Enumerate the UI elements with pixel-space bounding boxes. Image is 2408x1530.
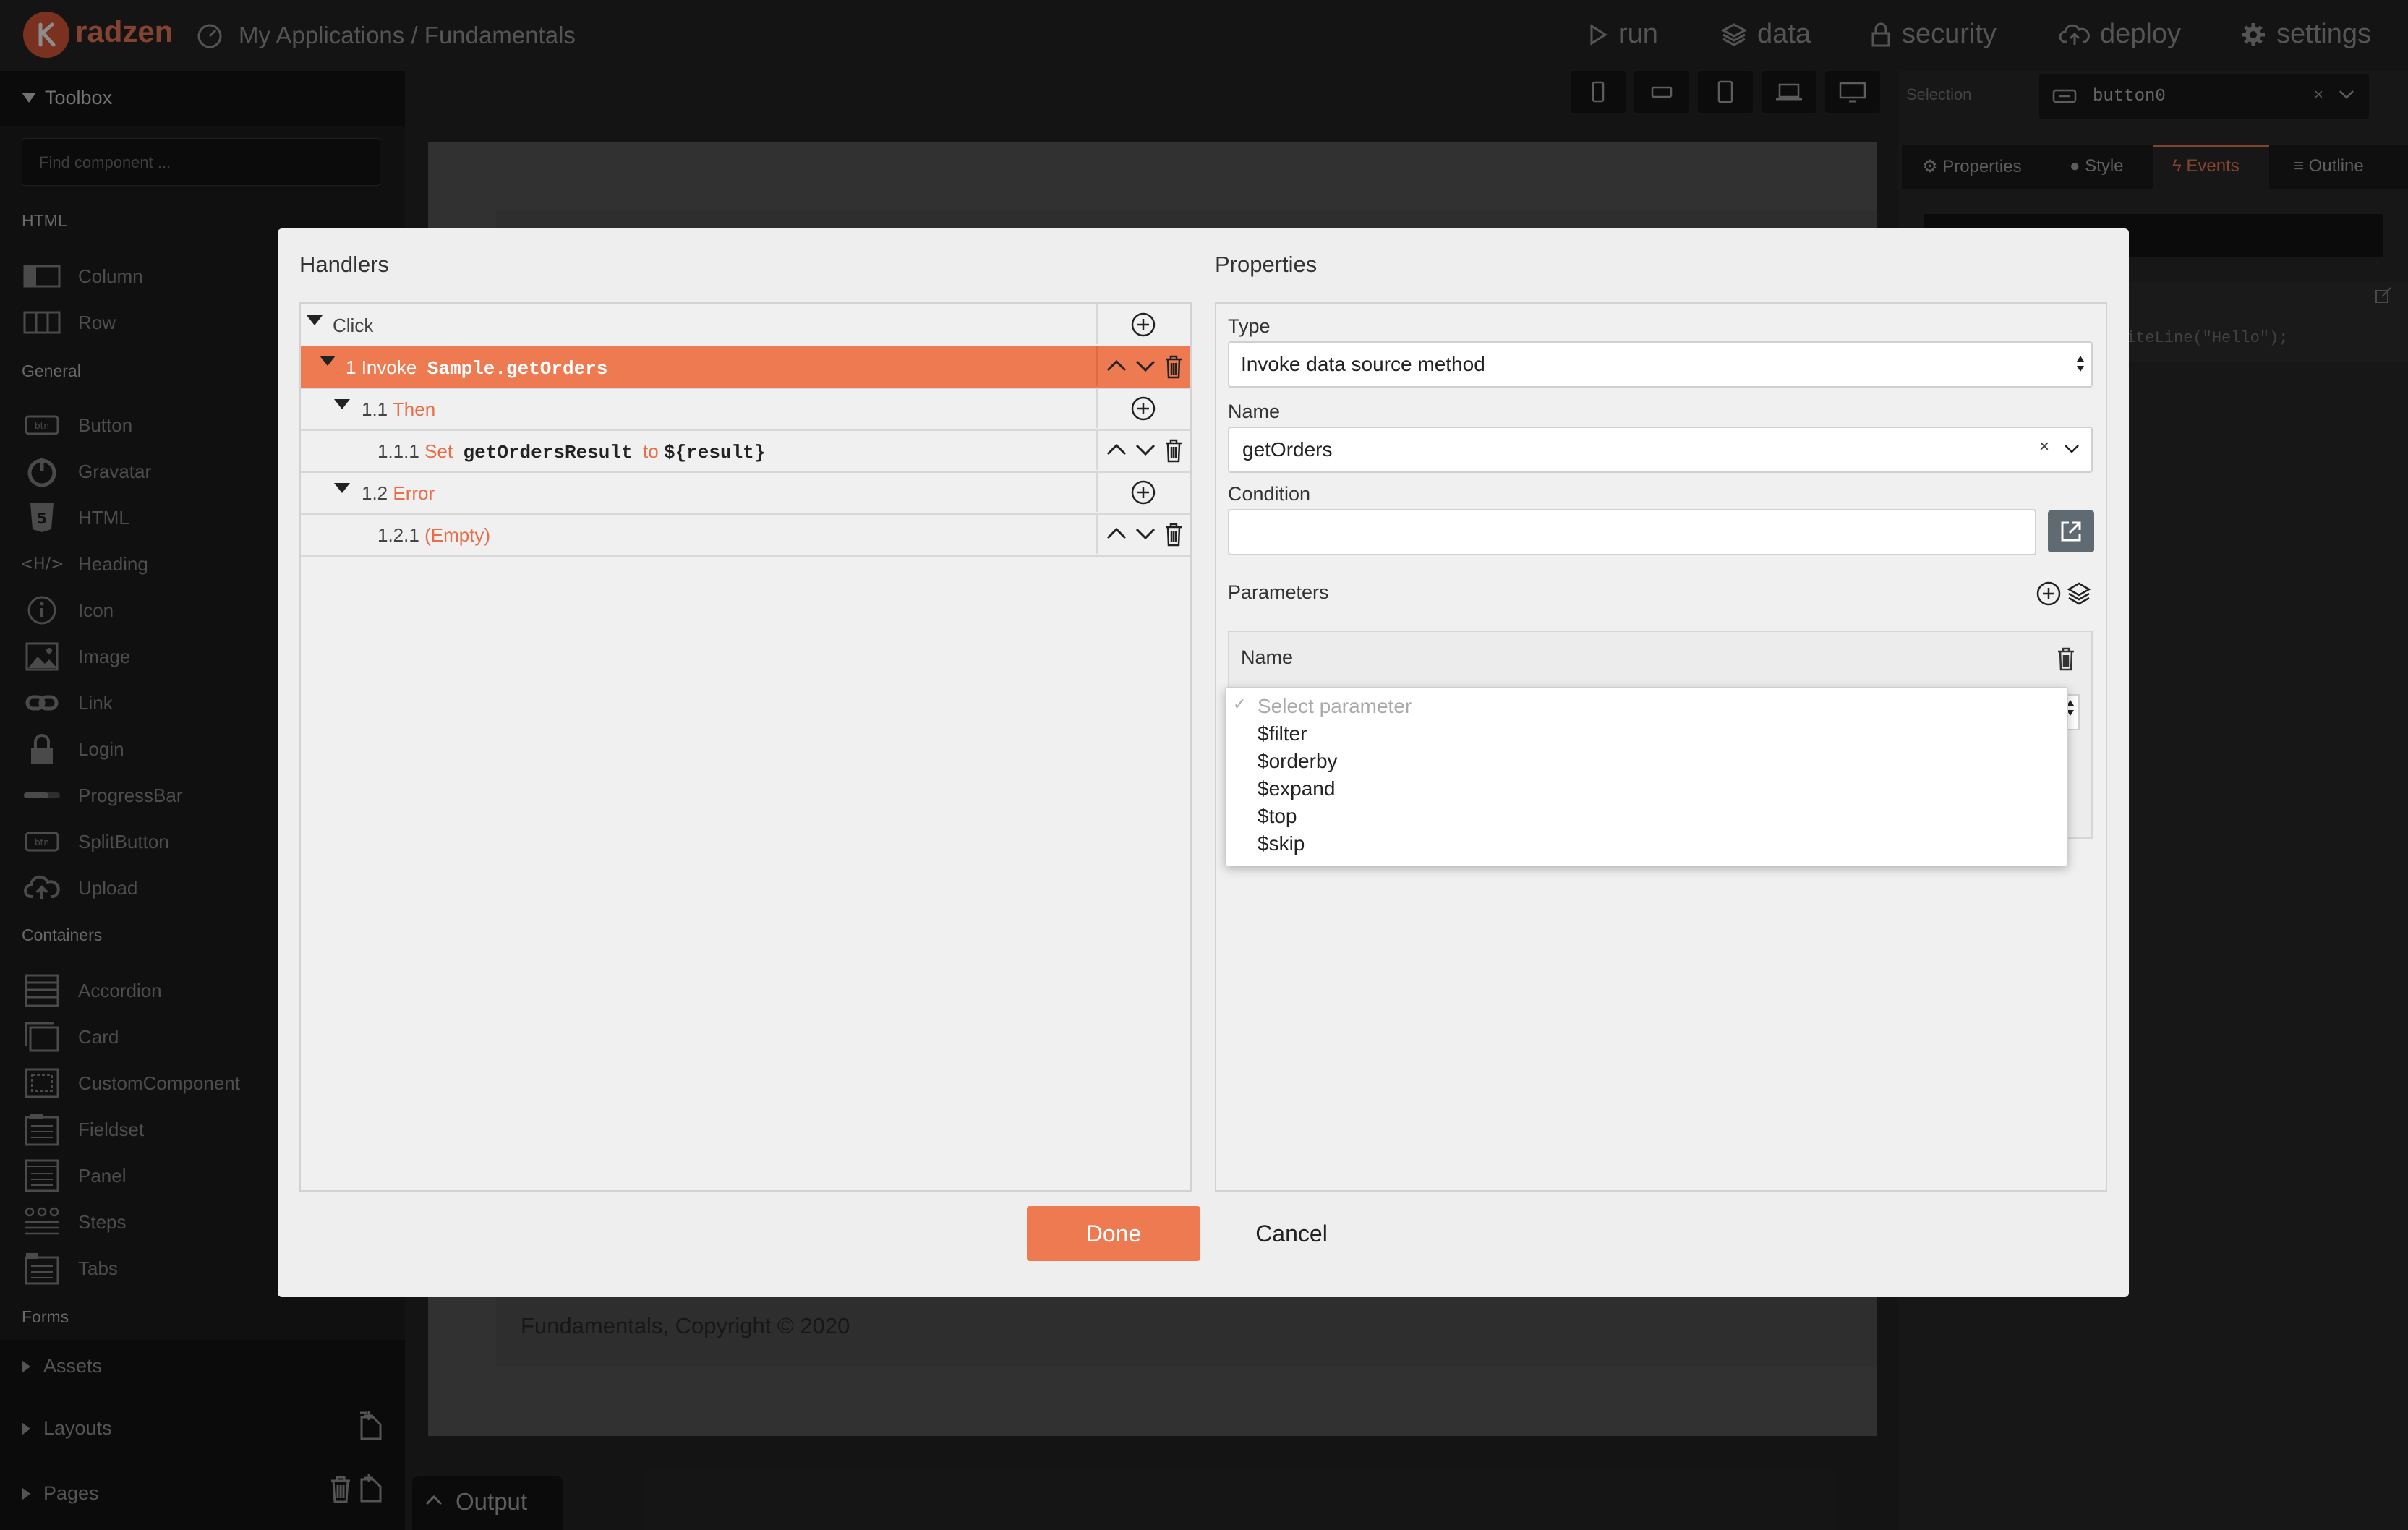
tree-row-error[interactable]: 1.2 Error [301,471,1190,515]
clear-icon[interactable]: × [2039,437,2049,457]
set-to-keyword: to [643,440,659,462]
row-controls [1096,388,1192,428]
action-keyword: Set [424,440,453,462]
chevron-down-icon[interactable] [2064,444,2080,454]
set-variable: getOrdersResult [463,442,633,463]
action-target: Sample.getOrders [427,358,608,380]
action-keyword: Then [392,398,436,420]
row-controls [1096,304,1192,344]
select-arrows-icon [2075,353,2085,375]
add-circle-icon[interactable] [1131,480,1156,505]
tree-row-empty[interactable]: 1.2.1 (Empty) [301,513,1190,557]
properties-title: Properties [1215,252,1318,277]
type-label: Type [1228,315,1271,337]
name-value: getOrders [1242,438,1333,461]
row-controls [1096,513,1192,554]
tree-row-click[interactable]: Click [301,304,1190,347]
dropdown-option[interactable]: $expand [1258,777,1335,800]
handlers-title: Handlers [299,252,390,277]
dropdown-placeholder-option[interactable]: Select parameter [1258,695,1412,718]
checkmark-icon: ✓ [1233,695,1247,713]
name-select[interactable] [1228,427,2093,473]
condition-input[interactable] [1228,509,2036,555]
action-keyword: Invoke [361,356,417,378]
cancel-button[interactable]: Cancel [1234,1206,1349,1261]
move-up-icon[interactable] [1106,443,1127,456]
row-number: 1 [346,356,356,378]
delete-icon[interactable] [2057,646,2075,671]
add-parameter-icon[interactable] [2036,581,2061,606]
move-up-icon[interactable] [1106,526,1127,539]
event-name: Click [333,315,374,336]
tree-row-set[interactable]: 1.1.1 Set getOrdersResult to ${result} [301,429,1190,473]
row-number: 1.2.1 [377,524,419,546]
move-down-icon[interactable] [1135,444,1156,457]
row-controls [1096,429,1192,470]
external-link-icon [2059,519,2083,544]
handlers-tree: Click 1 Invoke Sample.getOrders 1.1 Then… [299,302,1192,1192]
row-number: 1.1.1 [377,440,419,462]
dropdown-option[interactable]: $filter [1258,722,1307,745]
move-down-icon[interactable] [1135,528,1156,541]
move-up-icon[interactable] [1106,359,1127,372]
open-editor-button[interactable] [2048,510,2094,552]
delete-icon[interactable] [1164,522,1183,547]
condition-label: Condition [1228,483,1311,505]
add-circle-icon[interactable] [1131,312,1156,337]
caret-down-icon[interactable] [320,356,336,367]
delete-icon[interactable] [1164,354,1183,379]
delete-icon[interactable] [1164,438,1183,463]
add-circle-icon[interactable] [1131,396,1156,421]
dropdown-option[interactable]: $top [1258,805,1297,828]
caret-down-icon[interactable] [334,399,350,411]
type-value: Invoke data source method [1241,353,1485,375]
param-column-name: Name [1241,646,1294,668]
parameters-label: Parameters [1228,581,1329,603]
move-down-icon[interactable] [1135,360,1156,373]
row-number: 1.1 [362,398,388,420]
row-controls [1096,346,1192,386]
caret-down-icon[interactable] [334,483,350,495]
dropdown-option[interactable]: $orderby [1258,750,1338,773]
set-value: ${result} [663,442,766,463]
layers-icon[interactable] [2067,581,2091,606]
caret-down-icon[interactable] [307,315,323,327]
empty-placeholder: (Empty) [424,524,491,546]
tree-row-then[interactable]: 1.1 Then [301,388,1190,431]
tree-row-invoke[interactable]: 1 Invoke Sample.getOrders [301,346,1190,389]
dropdown-option[interactable]: $skip [1258,832,1305,855]
row-number: 1.2 [362,482,388,504]
name-label: Name [1228,401,1281,422]
parameter-dropdown-list: ✓ Select parameter $filter $orderby $exp… [1225,687,2068,866]
done-button[interactable]: Done [1027,1206,1200,1261]
row-controls [1096,471,1192,512]
action-keyword: Error [393,482,435,504]
